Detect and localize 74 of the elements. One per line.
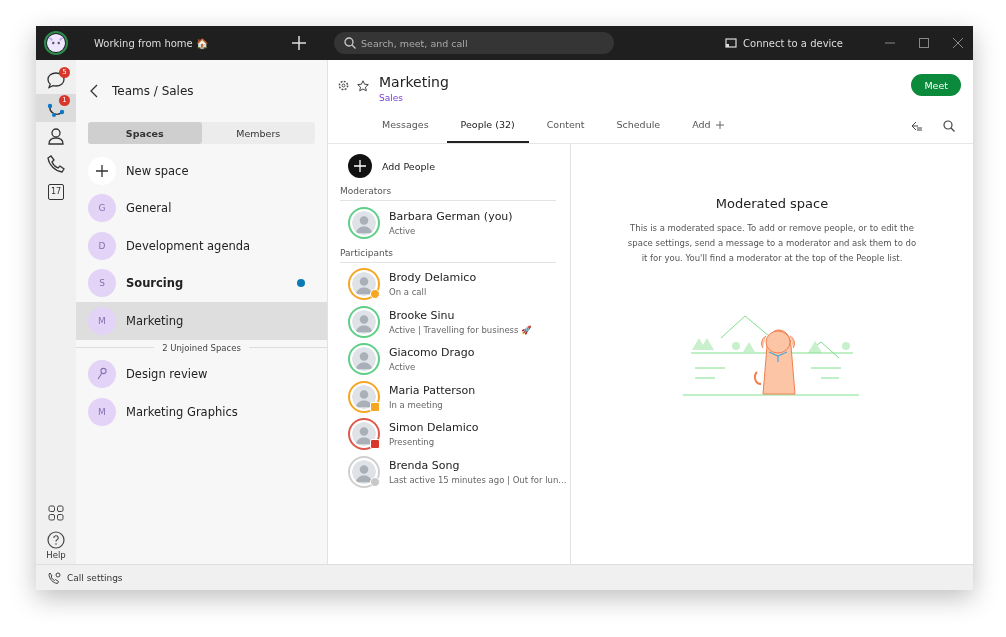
person-status: Last active 15 minutes ago | Out for lun...: [389, 474, 567, 485]
info-text: This is a moderated space. To add or remove people, or to edit the space settings, send a message to a moderator and ask them to do it for you. You'll find a moderator at the top of the People list.: [627, 222, 917, 265]
person-status: Presenting: [389, 437, 436, 448]
person-status: Active: [389, 362, 417, 373]
breadcrumb-title: Teams / Sales: [112, 84, 194, 98]
plus-icon: [354, 160, 366, 172]
tab[interactable]: People (32): [446, 108, 529, 143]
cast-icon: [725, 38, 738, 48]
avatar-silhouette-icon: [348, 380, 380, 413]
status-text[interactable]: Working from home 🏠: [94, 37, 284, 49]
search-icon: [344, 37, 356, 49]
phone-icon: [46, 154, 66, 174]
chat-bubble-icon: [46, 70, 66, 90]
back-icon[interactable]: [90, 84, 98, 98]
profile-avatar-icon[interactable]: [44, 31, 68, 55]
meet-button[interactable]: Meet: [911, 74, 961, 96]
calendar-icon: 17: [48, 184, 64, 200]
segment-tab[interactable]: Spaces: [88, 122, 202, 144]
star-icon[interactable]: [357, 80, 369, 92]
space-list-item[interactable]: Design review: [76, 355, 327, 393]
person-name: Simon Delamico: [389, 421, 479, 435]
apps-grid-icon[interactable]: [48, 505, 64, 521]
plus-icon[interactable]: [292, 36, 306, 50]
space-list-item[interactable]: S Sourcing: [76, 264, 327, 302]
space-list-item[interactable]: G General: [76, 189, 327, 227]
plus-icon: [715, 120, 724, 129]
search-icon[interactable]: [943, 119, 955, 132]
person-name: Brooke Sinu: [389, 308, 456, 322]
person-status: On a call: [389, 287, 428, 298]
tab[interactable]: Schedule: [602, 108, 675, 143]
avatar-silhouette-icon: [348, 455, 380, 488]
close-icon[interactable]: [953, 38, 963, 48]
person-name: Brody Delamico: [389, 271, 477, 285]
key-icon: [88, 360, 116, 389]
plus-icon: [96, 164, 108, 177]
person-status: Active: [389, 225, 417, 236]
section-label: 2 Unjoined Spaces: [162, 342, 241, 353]
space-list-item[interactable]: D Development agenda: [76, 227, 327, 265]
avatar-silhouette-icon: [348, 418, 380, 451]
person-name: Giacomo Drago: [389, 346, 475, 360]
space-title: Marketing: [379, 74, 449, 90]
connect-device-button[interactable]: Connect to a device: [725, 37, 843, 49]
question-mark-icon: [47, 531, 65, 549]
maximize-icon[interactable]: [919, 38, 929, 48]
unread-dot: [297, 279, 305, 288]
person-name: Maria Patterson: [389, 383, 476, 397]
group-heading: Participants: [340, 241, 556, 263]
team-link[interactable]: Sales: [379, 93, 449, 103]
segment-tab[interactable]: Members: [201, 122, 315, 144]
person-icon: [46, 126, 66, 146]
person-status: In a meeting: [389, 399, 444, 410]
call-settings-button[interactable]: Call settings: [48, 571, 123, 584]
search-field[interactable]: Search, meet, and call: [334, 32, 614, 54]
help-button[interactable]: Help: [36, 531, 76, 560]
add-people-button[interactable]: Add People: [348, 152, 556, 180]
space-list-item[interactable]: M Marketing Graphics: [76, 393, 327, 431]
avatar-silhouette-icon: [348, 206, 380, 239]
person-name: Brenda Song: [389, 458, 461, 472]
tab[interactable]: Messages: [368, 108, 443, 143]
group-heading: Moderators: [340, 180, 556, 201]
phone-gear-icon: [48, 571, 61, 584]
settings-icon[interactable]: [338, 80, 349, 91]
calendar-nav-item[interactable]: 17: [36, 178, 76, 206]
tab[interactable]: Content: [532, 108, 599, 143]
avatar-silhouette-icon: [348, 268, 380, 301]
space-list-item[interactable]: M Marketing: [76, 302, 327, 340]
info-title: Moderated space: [715, 196, 829, 211]
person-name: Barbara German (you): [389, 209, 513, 223]
person-status: Active | Travelling for business 🚀: [389, 324, 533, 335]
tab[interactable]: Add: [678, 108, 738, 143]
new-space-button[interactable]: New space: [76, 152, 327, 190]
avatar-silhouette-icon: [348, 343, 380, 376]
share-arrow-icon[interactable]: [911, 119, 923, 132]
avatar-silhouette-icon: [348, 305, 380, 338]
